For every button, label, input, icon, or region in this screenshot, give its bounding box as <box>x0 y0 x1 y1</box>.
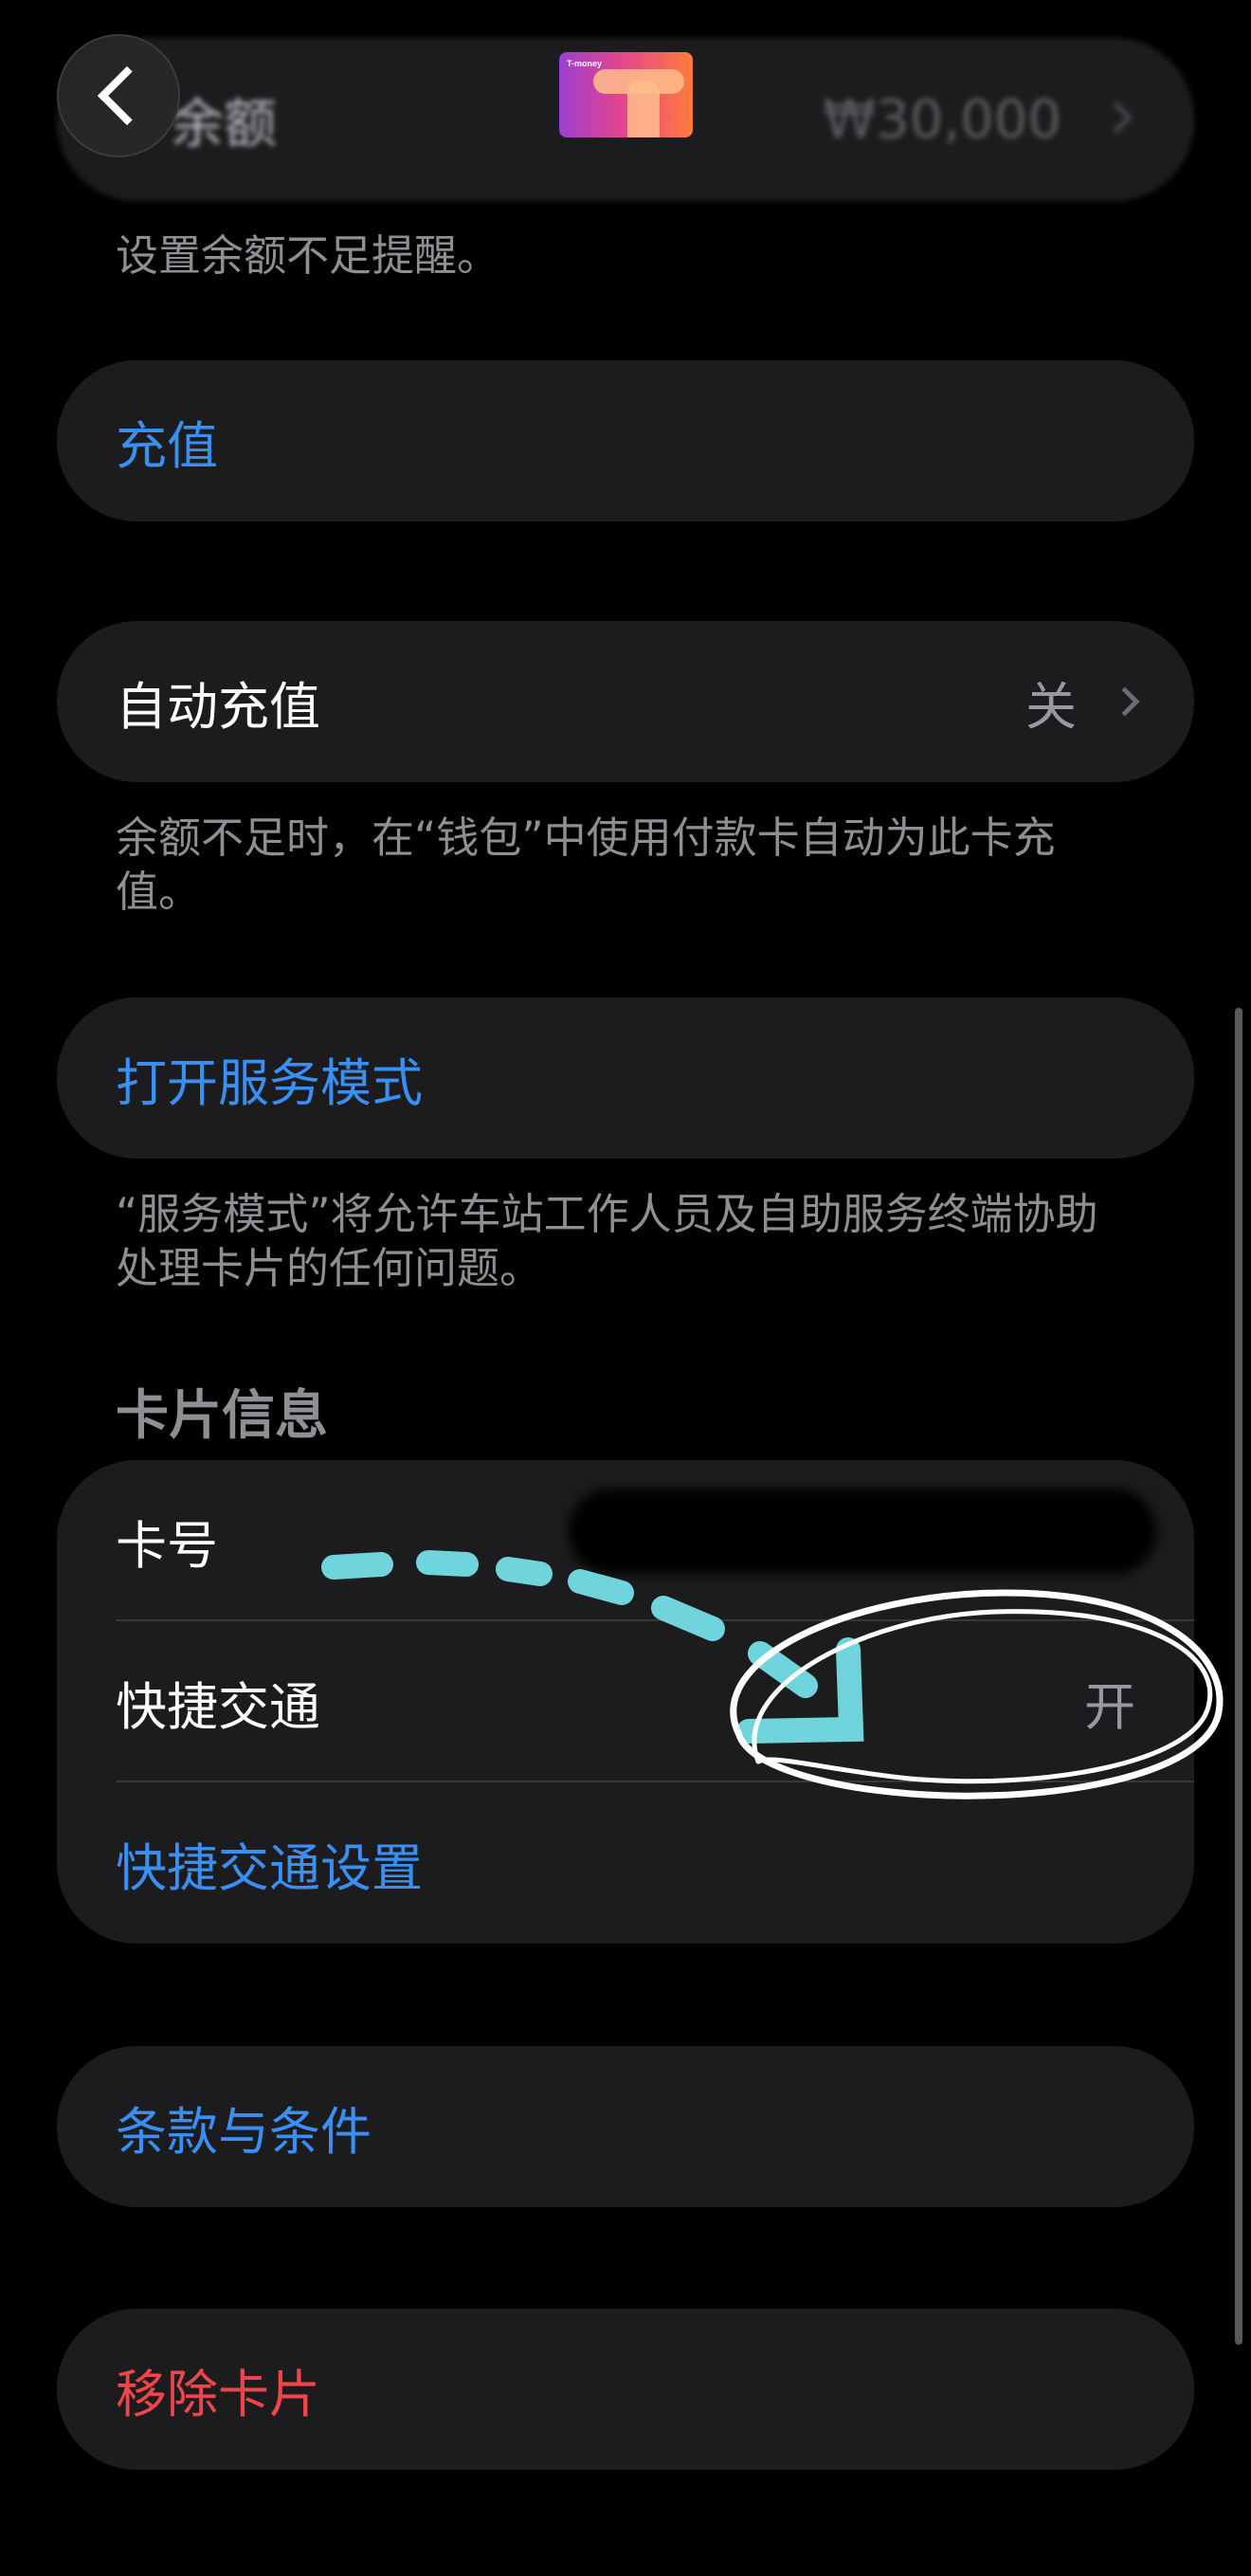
auto-top-up-row[interactable]: 自动充值 关 <box>57 621 1194 782</box>
back-button[interactable] <box>57 34 180 157</box>
chevron-right-icon <box>1100 101 1133 134</box>
express-transit-value: 开 <box>1084 1676 1135 1737</box>
auto-top-up-label: 自动充值 <box>116 676 320 737</box>
remove-card-button[interactable]: 移除卡片 <box>57 2309 1194 2470</box>
card-thumbnail: T-money <box>559 52 693 137</box>
remove-card-group: 移除卡片 <box>57 2309 1194 2470</box>
balance-footer: 设置余额不足提醒。 <box>116 230 500 281</box>
auto-top-up-value-wrap: 关 <box>1025 621 1140 782</box>
express-transit-settings-button[interactable]: 快捷交通设置 <box>57 1782 1194 1944</box>
chevron-left-icon <box>97 65 157 126</box>
terms-group: 条款与条件 <box>57 2046 1194 2207</box>
card-number-label: 卡号 <box>116 1515 218 1576</box>
chevron-right-icon <box>1110 686 1140 717</box>
service-mode-group: 打开服务模式 <box>57 997 1194 1159</box>
service-mode-footer: “服务模式”将允许车站工作人员及自助服务终端协助处理卡片的任何问题。 <box>116 1189 1098 1293</box>
express-transit-label: 快捷交通 <box>116 1676 320 1737</box>
balance-value: ₩30,000 <box>823 88 1061 151</box>
service-mode-button[interactable]: 打开服务模式 <box>57 997 1194 1159</box>
top-up-group: 充值 <box>57 360 1194 521</box>
auto-top-up-footer: 余额不足时，在“钱包”中使用付款卡自动为此卡充值。 <box>116 813 1056 917</box>
terms-button[interactable]: 条款与条件 <box>57 2046 1194 2207</box>
card-brand-logo: T-money <box>567 59 603 68</box>
auto-top-up-group: 自动充值 关 <box>57 621 1194 782</box>
auto-top-up-value: 关 <box>1025 676 1077 737</box>
card-info-header: 卡片信息 <box>116 1385 328 1447</box>
top-up-button[interactable]: 充值 <box>57 360 1194 521</box>
scrollbar[interactable] <box>1235 1008 1242 2345</box>
card-logo-shape <box>627 81 660 137</box>
express-transit-row: 快捷交通 开 <box>57 1621 1194 1782</box>
balance-label: 余额 <box>171 93 277 155</box>
card-number-redaction <box>569 1489 1156 1574</box>
